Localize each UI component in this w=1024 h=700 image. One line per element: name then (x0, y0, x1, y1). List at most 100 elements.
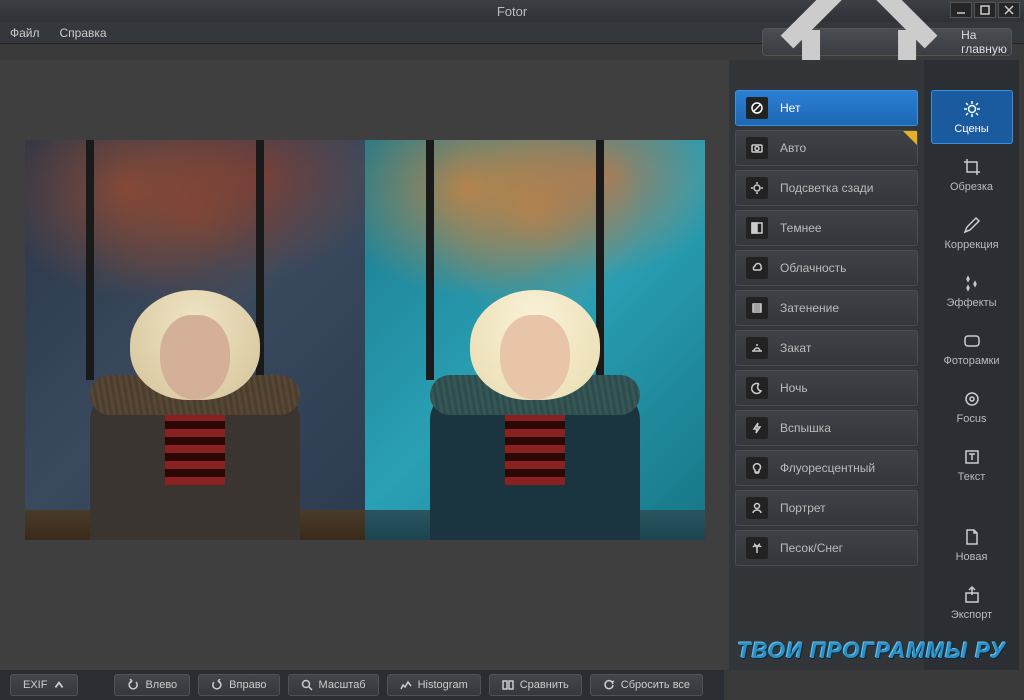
scene-item-darken[interactable]: Темнее (735, 210, 918, 246)
scene-label: Флуоресцентный (780, 461, 875, 475)
frame-icon (962, 331, 982, 351)
tool-tab-frames[interactable]: Фоторамки (931, 322, 1013, 376)
text-icon (962, 447, 982, 467)
tool-tab-export[interactable]: Экспорт (931, 576, 1013, 630)
zoom-button[interactable]: Масштаб (288, 674, 379, 696)
scene-label: Вспышка (780, 421, 831, 435)
palm-icon (750, 541, 764, 555)
maximize-button[interactable] (974, 2, 996, 18)
tool-tab-effects[interactable]: Эффекты (931, 264, 1013, 318)
rotate-right-label: Вправо (229, 679, 266, 691)
scene-label: Ночь (780, 381, 808, 395)
scene-item-shade[interactable]: Затенение (735, 290, 918, 326)
fluorescent-icon-box (746, 457, 768, 479)
tool-tab-text[interactable]: Текст (931, 438, 1013, 492)
bulb-icon (750, 461, 764, 475)
scene-item-none[interactable]: Нет (735, 90, 918, 126)
main-area: Нет Авто Подсветка сзади Темнее Облачность За… (0, 60, 1024, 670)
tool-tabs: СценыОбрезкаКоррекция Эффекты Фоторамки Foc… (924, 60, 1019, 670)
scene-label: Закат (780, 341, 811, 355)
backlit-icon-box (746, 177, 768, 199)
close-button[interactable] (998, 2, 1020, 18)
bottom-toolbar: EXIF Влево Вправо Масштаб Histogram Срав… (0, 670, 724, 700)
scene-label: Затенение (780, 301, 839, 315)
exif-button[interactable]: EXIF (10, 674, 78, 696)
tool-tab-new[interactable]: Новая (931, 518, 1013, 572)
darken-icon (750, 221, 764, 235)
tool-tab-crop[interactable]: Обрезка (931, 148, 1013, 202)
sun-icon (962, 99, 982, 119)
rotate-right-button[interactable]: Вправо (198, 674, 279, 696)
scene-list: Нет Авто Подсветка сзади Темнее Облачность За… (729, 60, 924, 670)
scene-label: Портрет (780, 501, 826, 515)
window-controls (950, 2, 1020, 18)
cloudy-icon-box (746, 257, 768, 279)
tool-tab-label: Экспорт (951, 609, 992, 621)
scene-item-backlit[interactable]: Подсветка сзади (735, 170, 918, 206)
darken-icon-box (746, 217, 768, 239)
reset-icon (603, 679, 615, 691)
shade-icon-box (746, 297, 768, 319)
cloud-icon (750, 261, 764, 275)
pencil-icon (962, 215, 982, 235)
tool-tab-focus[interactable]: Focus (931, 380, 1013, 434)
scene-label: Подсветка сзади (780, 181, 873, 195)
menu-file[interactable]: Файл (10, 26, 40, 40)
rotate-right-icon (211, 679, 223, 691)
menu-help[interactable]: Справка (60, 26, 107, 40)
scene-item-sunset[interactable]: Закат (735, 330, 918, 366)
tool-tab-adjust[interactable]: Коррекция (931, 206, 1013, 260)
file-icon (962, 527, 982, 547)
scene-item-flash[interactable]: Вспышка (735, 410, 918, 446)
scene-label: Темнее (780, 221, 822, 235)
rotate-left-icon (127, 679, 139, 691)
flash-icon-box (746, 417, 768, 439)
auto-icon-box (746, 137, 768, 159)
tool-tab-scenes[interactable]: Сцены (931, 90, 1013, 144)
image-before (25, 140, 365, 540)
scene-item-night[interactable]: Ночь (735, 370, 918, 406)
portrait-icon (750, 501, 764, 515)
sunset-icon (750, 341, 764, 355)
home-button-label: На главную (961, 28, 1011, 56)
zoom-icon (301, 679, 313, 691)
crop-icon (962, 157, 982, 177)
canvas-area (0, 60, 729, 670)
compare-button[interactable]: Сравнить (489, 674, 582, 696)
histogram-label: Histogram (418, 679, 468, 691)
moon-icon (750, 381, 764, 395)
scene-item-portrait[interactable]: Портрет (735, 490, 918, 526)
reset-label: Сбросить все (621, 679, 690, 691)
scene-label: Нет (780, 101, 800, 115)
scene-label: Облачность (780, 261, 846, 275)
backlit-icon (750, 181, 764, 195)
scene-label: Песок/Снег (780, 541, 843, 555)
scene-item-cloudy[interactable]: Облачность (735, 250, 918, 286)
app-title: Fotor (497, 4, 527, 19)
tool-tab-label: Focus (957, 413, 987, 425)
home-row: На главную (762, 28, 1012, 56)
export-icon (962, 585, 982, 605)
image-after (365, 140, 705, 540)
histogram-icon (400, 679, 412, 691)
tool-tab-label: Эффекты (946, 297, 996, 309)
tool-tab-label: Новая (956, 551, 988, 563)
scene-item-auto[interactable]: Авто (735, 130, 918, 166)
portrait-icon-box (746, 497, 768, 519)
rotate-left-button[interactable]: Влево (114, 674, 190, 696)
sparkle-icon (962, 273, 982, 293)
histogram-button[interactable]: Histogram (387, 674, 481, 696)
image-compare (25, 140, 705, 540)
reset-button[interactable]: Сбросить все (590, 674, 703, 696)
home-button[interactable]: На главную (762, 28, 1012, 56)
none-icon-box (746, 97, 768, 119)
zoom-label: Масштаб (319, 679, 366, 691)
night-icon-box (746, 377, 768, 399)
tool-tab-label: Текст (958, 471, 986, 483)
sandsnow-icon-box (746, 537, 768, 559)
star-badge-icon (903, 131, 917, 145)
scene-item-sandsnow[interactable]: Песок/Снег (735, 530, 918, 566)
tool-tab-label: Фоторамки (943, 355, 999, 367)
scene-item-fluorescent[interactable]: Флуоресцентный (735, 450, 918, 486)
chevron-up-icon (53, 679, 65, 691)
